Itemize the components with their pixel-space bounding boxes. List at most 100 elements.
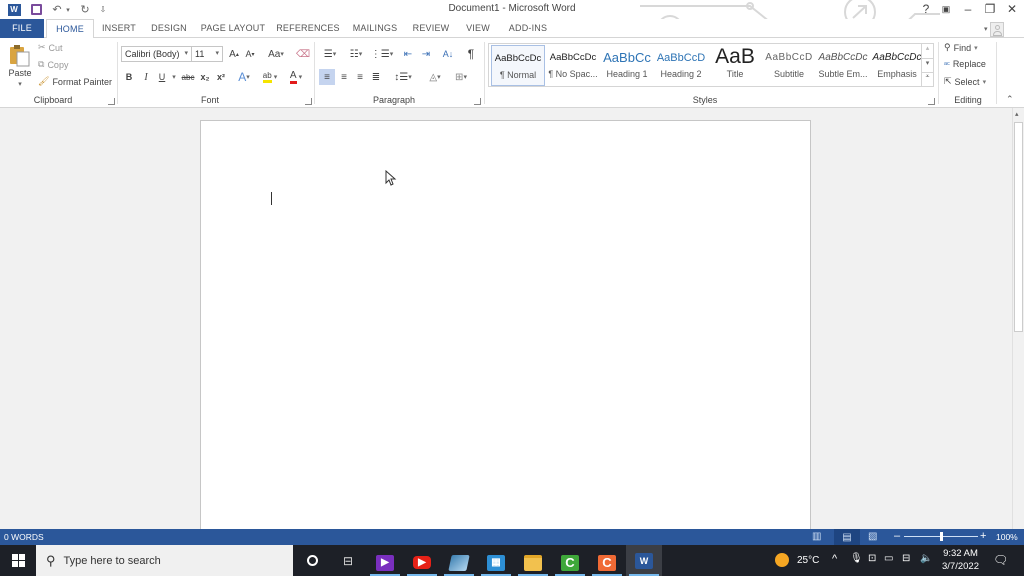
tab-view[interactable]: VIEW (460, 19, 496, 38)
underline-dropdown-icon[interactable]: ▾ (170, 69, 178, 85)
weather-widget[interactable]: 25°C (775, 553, 819, 567)
task-view-button[interactable]: ⊟ (330, 545, 366, 576)
style-heading-2[interactable]: AaBbCcD Heading 2 (654, 45, 708, 86)
numbering-button[interactable]: ☷ ▾ (345, 46, 367, 62)
replace-button[interactable]: ᵃᶜ Replace (944, 59, 986, 69)
clock[interactable]: 9:32 AM 3/7/2022 (942, 547, 979, 573)
restore-button[interactable]: ❐ (980, 1, 1000, 17)
grow-font-button[interactable]: A ▴ (227, 46, 241, 62)
paste-button[interactable]: Paste ▾ (6, 43, 34, 91)
clear-formatting-icon[interactable]: ⌫ (296, 46, 310, 62)
style-title[interactable]: AaB Title (708, 45, 762, 86)
copy-button[interactable]: ⧉ Copy (38, 59, 68, 70)
minimize-button[interactable]: – (958, 1, 978, 17)
vertical-scrollbar[interactable]: ▴ (1012, 108, 1024, 529)
format-painter-button[interactable]: 🖌 Format Painter (38, 76, 112, 87)
line-spacing-button[interactable]: ↕☰ ▾ (392, 69, 414, 85)
tab-review[interactable]: REVIEW (410, 19, 452, 38)
collapse-ribbon-icon[interactable]: ⌃ (1006, 94, 1014, 105)
volume-icon[interactable]: 🔈 (920, 553, 932, 564)
align-right-button[interactable]: ≡ (352, 69, 368, 85)
font-color-button[interactable]: A ▾ (286, 69, 306, 85)
shading-button[interactable]: ◬ ▾ (424, 69, 446, 85)
print-layout-icon[interactable]: ▤ (834, 529, 860, 545)
read-mode-icon[interactable]: ▥ (812, 531, 821, 542)
style-no-spacing[interactable]: AaBbCcDc ¶ No Spac... (546, 45, 600, 86)
styles-launcher-icon[interactable] (928, 98, 935, 105)
styles-scroll-up-button[interactable]: ▴ (921, 44, 933, 58)
font-launcher-icon[interactable] (305, 98, 312, 105)
scroll-up-icon[interactable]: ▴ (1015, 110, 1019, 118)
taskbar-search-box[interactable]: ⚲ Type here to search (36, 545, 293, 576)
word-count[interactable]: 0 WORDS (4, 532, 44, 542)
multilevel-list-button[interactable]: ⋮☰ ▾ (371, 46, 393, 62)
ribbon-display-options-button[interactable]: ▣ (936, 1, 956, 17)
close-button[interactable]: ✕ (1002, 1, 1022, 17)
notifications-icon[interactable]: 🗨 (993, 553, 1008, 567)
superscript-button[interactable]: x² (214, 69, 228, 85)
web-layout-icon[interactable]: ▧ (868, 531, 877, 542)
taskbar-app-file-explorer[interactable] (515, 549, 551, 576)
bullets-button[interactable]: ☰ ▾ (319, 46, 341, 62)
paste-dropdown-icon[interactable]: ▾ (6, 80, 34, 88)
tab-home[interactable]: HOME (46, 19, 94, 39)
show-hidden-icons-button[interactable]: ^ (832, 553, 837, 565)
increase-indent-button[interactable]: ⇥ (418, 46, 434, 62)
justify-button[interactable]: ≣ (368, 69, 384, 85)
align-center-button[interactable]: ≡ (336, 69, 352, 85)
clipboard-launcher-icon[interactable] (108, 98, 115, 105)
help-button[interactable]: ? (916, 1, 936, 17)
select-button[interactable]: ⇱ Select ▾ (944, 76, 986, 87)
start-button[interactable] (0, 545, 36, 576)
styles-scroll-down-button[interactable]: ▾ (921, 58, 933, 72)
scrollbar-thumb[interactable] (1014, 122, 1023, 332)
zoom-slider-thumb[interactable] (939, 532, 943, 541)
zoom-in-button[interactable]: + (980, 530, 986, 542)
underline-button[interactable]: U (156, 69, 168, 85)
font-size-dropdown[interactable]: 11 ▾ (191, 46, 223, 62)
borders-button[interactable]: ⊞ ▾ (450, 69, 472, 85)
align-left-button[interactable]: ≡ (319, 69, 335, 85)
style-normal[interactable]: AaBbCcDc ¶ Normal (491, 45, 545, 86)
tab-references[interactable]: REFERENCES (276, 19, 340, 38)
account-area[interactable]: ▾ (984, 21, 1006, 37)
bold-button[interactable]: B (123, 69, 135, 85)
taskbar-app-camtasia-orange[interactable]: C (589, 549, 625, 576)
tab-page-layout[interactable]: PAGE LAYOUT (198, 19, 268, 38)
taskbar-app-youtube[interactable]: ▶ (404, 549, 440, 576)
tab-design[interactable]: DESIGN (146, 19, 192, 38)
italic-button[interactable]: I (140, 69, 152, 85)
tab-add-ins[interactable]: ADD-INS (504, 19, 552, 38)
sort-button[interactable]: A↓ (440, 46, 456, 62)
taskbar-app-camtasia-green[interactable]: C (552, 549, 588, 576)
tab-mailings[interactable]: MAILINGS (348, 19, 402, 38)
microphone-icon[interactable]: 🎙 (850, 553, 863, 564)
cut-button[interactable]: ✂ Cut (38, 42, 63, 53)
font-name-dropdown[interactable]: Calibri (Body) ▾ (121, 46, 192, 62)
style-heading-1[interactable]: AaBbCc Heading 1 (600, 45, 654, 86)
style-subtle-emphasis[interactable]: AaBbCcDc Subtle Em... (816, 45, 870, 86)
meet-now-icon[interactable]: ⊡ (868, 553, 876, 564)
user-avatar-icon[interactable] (989, 21, 1004, 37)
subscript-button[interactable]: x₂ (198, 69, 212, 85)
styles-more-button[interactable]: ⩡ (921, 72, 933, 86)
shrink-font-button[interactable]: A ▾ (243, 46, 257, 62)
paragraph-launcher-icon[interactable] (474, 98, 481, 105)
cortana-button[interactable] (294, 545, 330, 576)
zoom-out-button[interactable]: – (894, 530, 900, 542)
zoom-level[interactable]: 100% (996, 532, 1018, 542)
style-emphasis[interactable]: AaBbCcDc Emphasis (870, 45, 924, 86)
text-effects-button[interactable]: A ▾ (236, 69, 252, 85)
account-dropdown-icon[interactable]: ▾ (984, 25, 988, 33)
taskbar-app-video-editor[interactable]: ▶ (367, 549, 403, 576)
taskbar-app-notes[interactable] (441, 549, 477, 576)
show-formatting-button[interactable]: ¶ (464, 46, 478, 62)
zoom-slider[interactable] (904, 532, 978, 541)
decrease-indent-button[interactable]: ⇤ (400, 46, 416, 62)
style-subtitle[interactable]: AaBbCcD Subtitle (762, 45, 816, 86)
change-case-button[interactable]: Aa ▾ (264, 46, 288, 62)
taskbar-app-word[interactable]: W (626, 545, 662, 576)
find-button[interactable]: ⚲ Find ▾ (944, 42, 978, 53)
strikethrough-button[interactable]: abc (180, 69, 196, 85)
document-page[interactable] (200, 120, 811, 540)
